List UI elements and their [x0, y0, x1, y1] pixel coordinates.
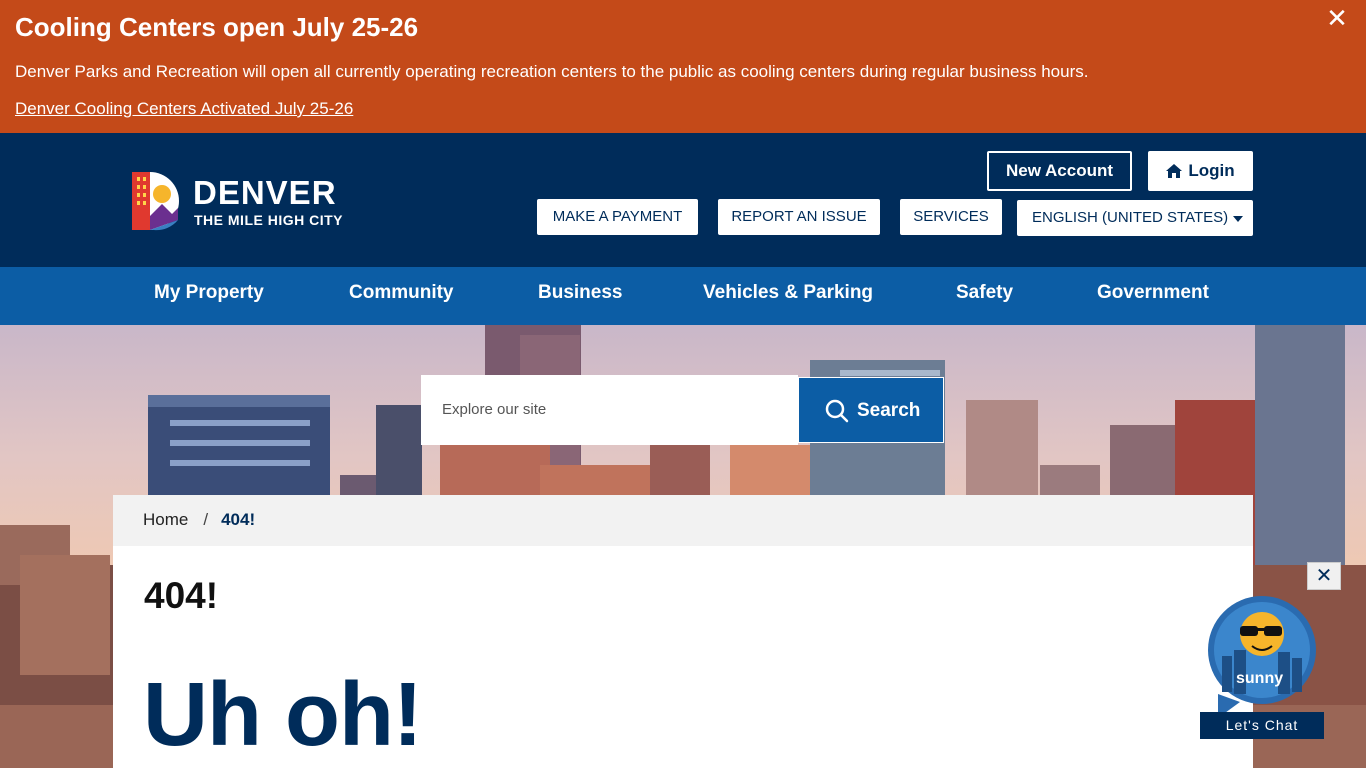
nav-item-government[interactable]: Government — [1097, 267, 1209, 325]
sunny-avatar-icon — [1208, 596, 1316, 718]
search-button[interactable]: Search — [798, 377, 944, 443]
chevron-down-icon — [1233, 216, 1243, 222]
error-message: Uh oh! — [143, 665, 423, 765]
breadcrumb-current: 404! — [221, 510, 256, 529]
chat-label: Let's Chat — [1200, 712, 1324, 739]
alert-link[interactable]: Denver Cooling Centers Activated July 25… — [15, 99, 353, 119]
services-button[interactable]: SERVICES — [900, 199, 1002, 235]
site-header: DENVER THE MILE HIGH CITY New Account Lo… — [0, 133, 1366, 267]
home-icon — [1166, 164, 1183, 178]
chat-bot-name: sunny — [1236, 670, 1284, 687]
denver-logo-mark — [132, 172, 179, 231]
close-icon[interactable]: ✕ — [1322, 4, 1352, 34]
language-select[interactable]: ENGLISH (UNITED STATES) — [1017, 200, 1253, 236]
alert-banner: Cooling Centers open July 25-26 Denver P… — [0, 0, 1366, 133]
search-icon — [825, 399, 849, 423]
chat-close-button[interactable]: ✕ — [1307, 562, 1341, 590]
language-label: ENGLISH (UNITED STATES) — [1032, 209, 1229, 226]
search-button-label: Search — [857, 400, 921, 421]
login-label: Login — [1188, 161, 1235, 180]
login-button[interactable]: Login — [1148, 151, 1253, 191]
nav-item-vehicles-parking[interactable]: Vehicles & Parking — [703, 267, 873, 325]
breadcrumb: Home / 404! — [113, 495, 1253, 546]
chat-widget[interactable]: sunny Let's Chat — [1200, 594, 1326, 742]
logo-tagline: THE MILE HIGH CITY — [194, 212, 343, 228]
new-account-button[interactable]: New Account — [987, 151, 1132, 191]
logo-wordmark: DENVER — [193, 174, 337, 211]
main-nav: My Property Community Business Vehicles … — [0, 267, 1366, 325]
page-title: 404! — [144, 575, 219, 616]
alert-title: Cooling Centers open July 25-26 — [15, 12, 419, 42]
content-card: Home / 404! 404! Uh oh! — [113, 495, 1253, 768]
breadcrumb-separator: / — [203, 510, 209, 529]
nav-item-my-property[interactable]: My Property — [154, 267, 264, 325]
make-payment-button[interactable]: MAKE A PAYMENT — [537, 199, 698, 235]
nav-item-safety[interactable]: Safety — [956, 267, 1013, 325]
nav-item-community[interactable]: Community — [349, 267, 454, 325]
nav-item-business[interactable]: Business — [538, 267, 622, 325]
denver-logo[interactable]: DENVER THE MILE HIGH CITY — [128, 168, 358, 234]
breadcrumb-home[interactable]: Home — [143, 510, 188, 529]
search-input[interactable]: Explore our site — [421, 375, 798, 445]
alert-text: Denver Parks and Recreation will open al… — [15, 62, 1089, 81]
report-issue-button[interactable]: REPORT AN ISSUE — [718, 199, 880, 235]
